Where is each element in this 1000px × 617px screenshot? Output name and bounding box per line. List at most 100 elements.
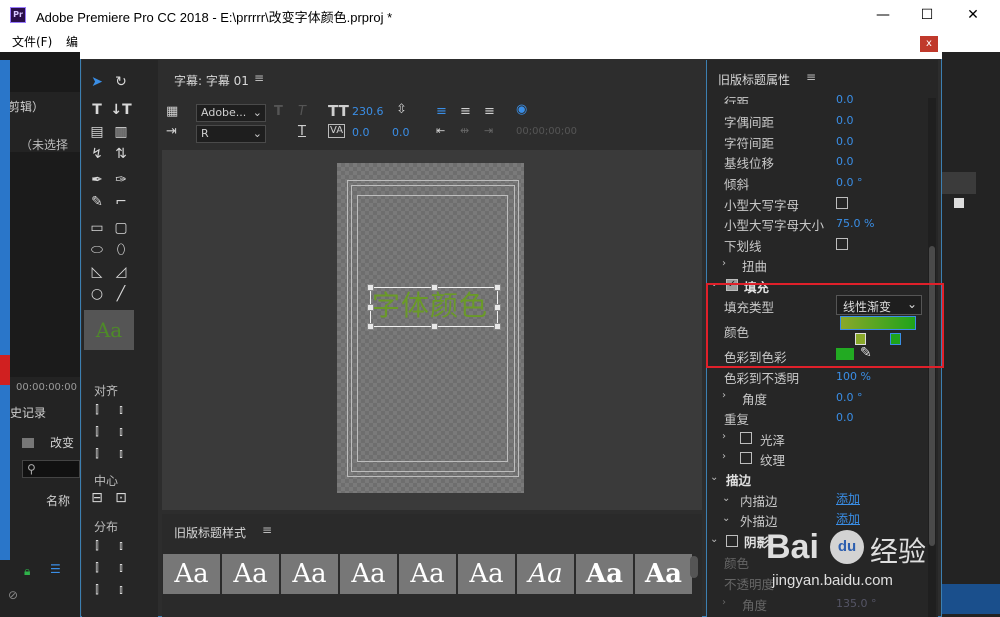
- align-hcenter-icon[interactable]: ⫿: [86, 422, 108, 442]
- chevron-right-icon[interactable]: ›: [722, 431, 726, 442]
- add-anchor-tool-icon[interactable]: ✎: [86, 192, 108, 212]
- distribute-top-icon[interactable]: ⫾: [110, 536, 132, 556]
- font-style-select[interactable]: R ⌄: [196, 125, 266, 143]
- vertical-path-type-tool-icon[interactable]: ⇅: [110, 144, 132, 164]
- style-sample[interactable]: Aa: [222, 554, 279, 594]
- repeat-value[interactable]: 0.0: [836, 411, 854, 424]
- panel-icon[interactable]: [954, 198, 964, 208]
- shadow-checkbox[interactable]: [726, 535, 738, 547]
- resize-handle[interactable]: [367, 304, 374, 311]
- distribute-hcenter-icon[interactable]: ⫿: [86, 558, 108, 578]
- style-sample[interactable]: Aa: [281, 554, 338, 594]
- rotate-tool-icon[interactable]: ↻: [110, 72, 132, 92]
- font-size-value[interactable]: 230.6: [352, 105, 384, 118]
- chevron-right-icon[interactable]: ›: [722, 390, 726, 401]
- rounded-rectangle-tool-icon[interactable]: ▢: [110, 218, 132, 238]
- style-sample[interactable]: Aa: [340, 554, 397, 594]
- distribute-right-icon[interactable]: ⫿: [86, 580, 108, 600]
- style-sample[interactable]: Aa: [576, 554, 633, 594]
- align-right-icon[interactable]: ⫿: [86, 444, 108, 464]
- resize-handle[interactable]: [367, 323, 374, 330]
- chevron-down-icon[interactable]: ⌄: [710, 472, 718, 483]
- color-to-opacity-value[interactable]: 100 %: [836, 370, 871, 383]
- outer-stroke-add-link[interactable]: 添加: [836, 510, 860, 527]
- area-type-tool-icon[interactable]: ▤: [86, 122, 108, 142]
- prop-value-slant[interactable]: 0.0 °: [836, 176, 863, 189]
- rectangle-tool-icon[interactable]: ▭: [86, 218, 108, 238]
- list-view-icon[interactable]: ☰: [50, 562, 61, 576]
- canvas-text[interactable]: 字体颜色: [372, 284, 488, 324]
- align-bottom-icon[interactable]: ⫾: [110, 444, 132, 464]
- chevron-down-icon[interactable]: ⌄: [722, 493, 730, 504]
- align-right-text-icon[interactable]: ≡: [484, 104, 495, 119]
- style-sample[interactable]: Aa: [163, 554, 220, 594]
- prop-value-kerning[interactable]: 0.0: [836, 114, 854, 127]
- tab-stops-icon[interactable]: ⇥: [166, 124, 177, 139]
- underline-icon[interactable]: T: [298, 124, 306, 139]
- distribute-bottom-icon[interactable]: ⫾: [110, 580, 132, 600]
- bold-icon[interactable]: T: [274, 104, 283, 119]
- align-vcenter-icon[interactable]: ⫾: [110, 422, 132, 442]
- style-sample[interactable]: Aa: [635, 554, 692, 594]
- properties-panel-menu-icon[interactable]: ≡: [806, 70, 816, 84]
- history-item[interactable]: 改变: [50, 434, 74, 451]
- pen-tool-icon[interactable]: ✒: [86, 170, 108, 190]
- vertical-type-tool-icon[interactable]: ↓T: [110, 100, 132, 120]
- italic-icon[interactable]: T: [298, 104, 306, 119]
- distribute-left-icon[interactable]: ⫿: [86, 536, 108, 556]
- circle-tool-icon[interactable]: ○: [86, 284, 108, 304]
- style-sample[interactable]: Aa: [458, 554, 515, 594]
- title-panel-menu-icon[interactable]: ≡: [254, 71, 264, 85]
- small-caps-checkbox[interactable]: [836, 197, 848, 209]
- resize-handle[interactable]: [494, 284, 501, 291]
- prop-value-small-caps-size[interactable]: 75.0 %: [836, 217, 874, 230]
- link-icon[interactable]: ⊘: [8, 588, 18, 602]
- convert-anchor-tool-icon[interactable]: ⌐: [110, 192, 132, 212]
- style-sample[interactable]: Aa: [517, 554, 574, 594]
- minimize-button[interactable]: —: [860, 0, 906, 30]
- align-left-icon[interactable]: ⫿: [86, 400, 108, 420]
- chevron-right-icon[interactable]: ›: [722, 258, 726, 269]
- line-tool-icon[interactable]: ╱: [110, 284, 132, 304]
- menu-file[interactable]: 文件(F): [12, 33, 52, 50]
- prop-value-baseline-shift[interactable]: 0.0: [836, 155, 854, 168]
- type-tool-icon[interactable]: T: [86, 100, 108, 120]
- rounded-corner-tool-icon[interactable]: ⬯: [110, 240, 132, 260]
- maximize-button[interactable]: ☐: [904, 0, 950, 30]
- selection-tool-icon[interactable]: ➤: [86, 72, 108, 92]
- styles-panel-menu-icon[interactable]: ≡: [262, 523, 272, 537]
- path-type-tool-icon[interactable]: ↯: [86, 144, 108, 164]
- film-icon[interactable]: ▦: [166, 104, 178, 119]
- resize-handle[interactable]: [494, 304, 501, 311]
- resize-handle[interactable]: [367, 284, 374, 291]
- chevron-down-icon[interactable]: ⌄: [722, 513, 730, 524]
- align-top-icon[interactable]: ⫾: [110, 400, 132, 420]
- resize-handle[interactable]: [431, 284, 438, 291]
- menu-edit[interactable]: 编: [66, 33, 78, 50]
- arc-tool-icon[interactable]: ◿: [110, 262, 132, 282]
- align-center-text-icon[interactable]: ≡: [460, 104, 471, 119]
- search-input[interactable]: ⚲: [22, 460, 80, 478]
- tab-right-icon[interactable]: ⇥: [484, 124, 493, 137]
- chevron-right-icon[interactable]: ›: [722, 597, 726, 608]
- close-button[interactable]: ✕: [950, 0, 996, 30]
- name-column-header[interactable]: 名称: [46, 492, 70, 509]
- angle-value[interactable]: 0.0 °: [836, 391, 863, 404]
- kerning-value[interactable]: 0.0: [352, 126, 370, 139]
- style-sample[interactable]: Aa: [399, 554, 456, 594]
- resize-handle[interactable]: [431, 323, 438, 330]
- underline-checkbox[interactable]: [836, 238, 848, 250]
- chevron-right-icon[interactable]: ›: [722, 451, 726, 462]
- center-horizontal-icon[interactable]: ⊟: [86, 488, 108, 508]
- ellipse-tool-icon[interactable]: ⬭: [86, 240, 108, 260]
- leading-value[interactable]: 0.0: [392, 126, 410, 139]
- vertical-area-type-tool-icon[interactable]: ▥: [110, 122, 132, 142]
- center-vertical-icon[interactable]: ⊡: [110, 488, 132, 508]
- chevron-down-icon[interactable]: ⌄: [710, 534, 718, 545]
- inner-stroke-add-link[interactable]: 添加: [836, 490, 860, 507]
- shadow-angle-value[interactable]: 135.0 °: [836, 597, 877, 610]
- tab-left-icon[interactable]: ⇤: [436, 124, 445, 137]
- prop-value-tracking[interactable]: 0.0: [836, 135, 854, 148]
- align-left-text-icon[interactable]: ≡: [436, 104, 447, 119]
- styles-scrollbar[interactable]: [690, 556, 698, 578]
